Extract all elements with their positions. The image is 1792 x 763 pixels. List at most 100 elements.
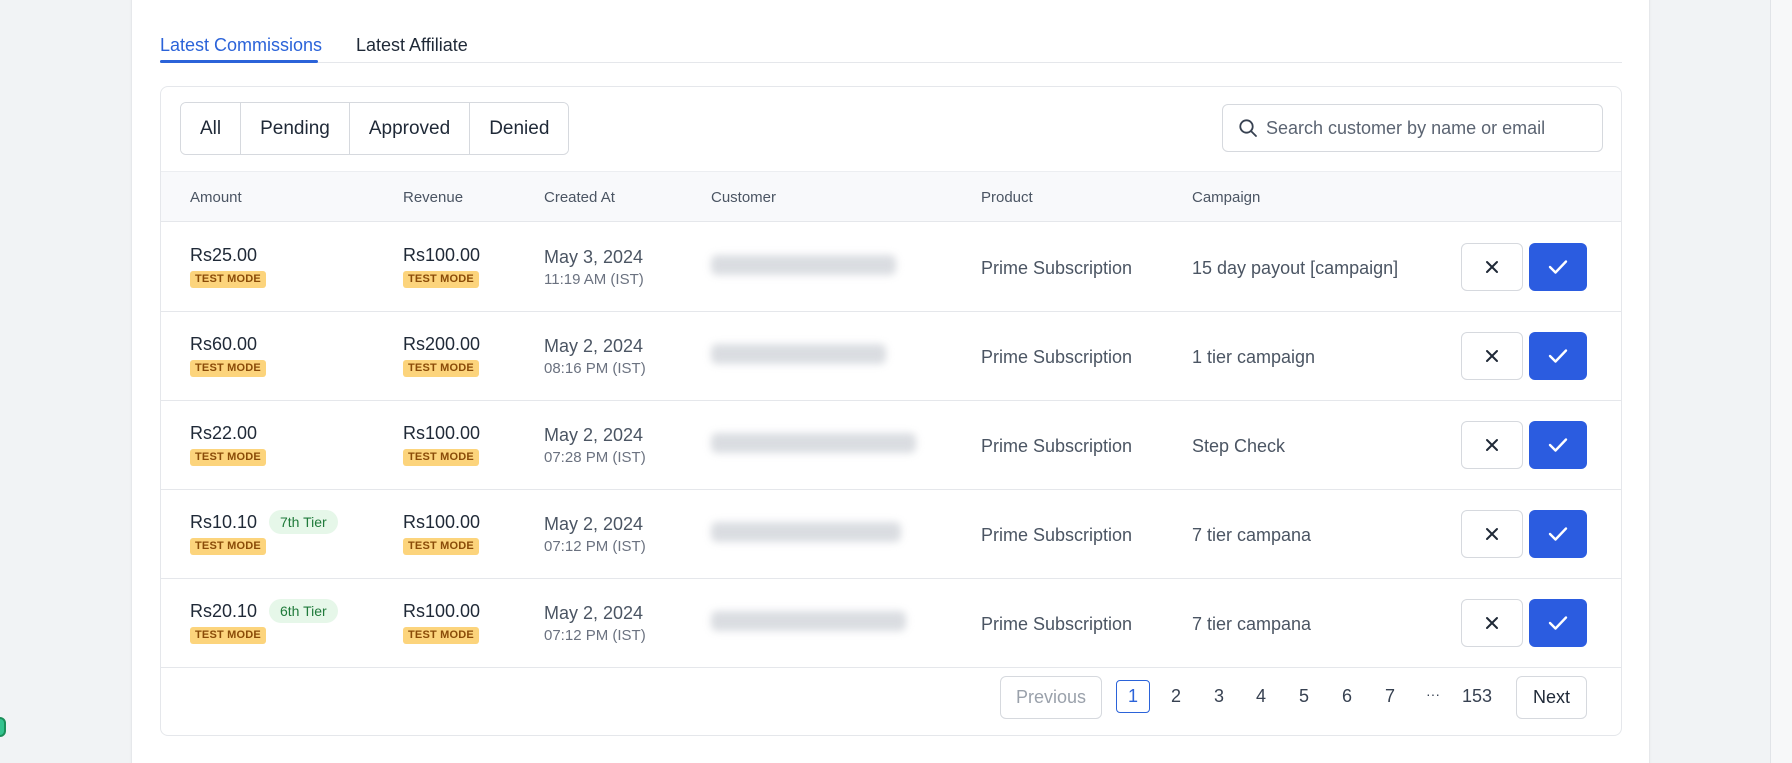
column-header-customer[interactable]: Customer [711, 189, 776, 206]
page-7-button[interactable]: 7 [1373, 686, 1407, 707]
table-row: Rs25.00 TEST MODE Rs100.00 TEST MODE May… [161, 223, 1621, 312]
check-icon [1548, 349, 1568, 363]
approve-button[interactable] [1529, 421, 1587, 469]
test-mode-badge: TEST MODE [190, 627, 266, 644]
test-mode-badge: TEST MODE [403, 360, 479, 377]
product-name: Prime Subscription [981, 436, 1133, 456]
table-row: Rs60.00 TEST MODE Rs200.00 TEST MODE May… [161, 312, 1621, 401]
customer-email-redacted [711, 611, 906, 631]
revenue-value: Rs100.00 [403, 512, 481, 532]
campaign-name: 7 tier campana [1192, 614, 1312, 634]
page-5-button[interactable]: 5 [1287, 686, 1321, 707]
amount-value: Rs22.00 [190, 423, 258, 443]
approve-button[interactable] [1529, 332, 1587, 380]
created-time: 08:16 PM (IST) [544, 360, 646, 377]
page-1-button[interactable]: 1 [1116, 680, 1150, 713]
campaign-name: 7 tier campana [1192, 525, 1312, 545]
campaign-name: 15 day payout [campaign] [1192, 258, 1399, 278]
floating-status-dot[interactable] [0, 717, 6, 737]
test-mode-badge: TEST MODE [403, 449, 479, 466]
tab-bar: Latest Commissions Latest Affiliate [160, 15, 1622, 63]
close-icon [1486, 261, 1498, 273]
page-6-button[interactable]: 6 [1330, 686, 1364, 707]
tab-latest-commissions[interactable]: Latest Commissions [160, 35, 322, 56]
column-header-revenue[interactable]: Revenue [403, 189, 463, 206]
search-input[interactable] [1266, 117, 1586, 139]
check-icon [1548, 527, 1568, 541]
customer-email-redacted [711, 522, 901, 542]
filter-all-button[interactable]: All [181, 103, 242, 154]
test-mode-badge: TEST MODE [403, 627, 479, 644]
revenue-value: Rs200.00 [403, 334, 481, 354]
tier-badge: 7th Tier [269, 510, 338, 534]
product-name: Prime Subscription [981, 347, 1133, 367]
close-icon [1486, 439, 1498, 451]
column-header-campaign[interactable]: Campaign [1192, 189, 1260, 206]
customer-email-redacted [711, 255, 896, 275]
created-date: May 3, 2024 [544, 247, 644, 267]
deny-button[interactable] [1461, 332, 1523, 380]
test-mode-badge: TEST MODE [190, 360, 266, 377]
check-icon [1548, 260, 1568, 274]
test-mode-badge: TEST MODE [403, 271, 479, 288]
revenue-value: Rs100.00 [403, 601, 481, 621]
approve-button[interactable] [1529, 243, 1587, 291]
test-mode-badge: TEST MODE [190, 538, 266, 555]
check-icon [1548, 616, 1568, 630]
amount-value: Rs20.10 [190, 601, 258, 621]
created-time: 07:12 PM (IST) [544, 538, 646, 555]
created-time: 07:12 PM (IST) [544, 627, 646, 644]
approve-button[interactable] [1529, 599, 1587, 647]
product-name: Prime Subscription [981, 525, 1133, 545]
revenue-value: Rs100.00 [403, 245, 481, 265]
approve-button[interactable] [1529, 510, 1587, 558]
amount-value: Rs10.10 [190, 512, 258, 532]
filter-denied-button[interactable]: Denied [470, 103, 569, 154]
deny-button[interactable] [1461, 510, 1523, 558]
tab-latest-affiliate[interactable]: Latest Affiliate [356, 35, 468, 56]
filter-approved-button[interactable]: Approved [349, 103, 471, 154]
campaign-name: Step Check [1192, 436, 1286, 456]
created-date: May 2, 2024 [544, 425, 644, 445]
created-time: 11:19 AM (IST) [544, 271, 644, 288]
close-icon [1486, 617, 1498, 629]
campaign-name: 1 tier campaign [1192, 347, 1316, 367]
status-filter-group: All Pending Approved Denied [180, 102, 570, 155]
created-date: May 2, 2024 [544, 603, 644, 623]
created-date: May 2, 2024 [544, 336, 644, 356]
deny-button[interactable] [1461, 243, 1523, 291]
created-date: May 2, 2024 [544, 514, 644, 534]
table-row: Rs10.10 7th Tier TEST MODE Rs100.00 TEST… [161, 490, 1621, 579]
customer-search[interactable] [1222, 104, 1603, 152]
revenue-value: Rs100.00 [403, 423, 481, 443]
previous-page-button[interactable]: Previous [1000, 676, 1102, 719]
deny-button[interactable] [1461, 421, 1523, 469]
column-header-created-at[interactable]: Created At [544, 189, 615, 206]
search-icon [1239, 119, 1257, 137]
column-header-product[interactable]: Product [981, 189, 1033, 206]
active-tab-indicator [160, 60, 318, 63]
page-scrollbar[interactable] [1770, 0, 1792, 763]
column-header-amount[interactable]: Amount [190, 189, 242, 206]
pagination-ellipsis: ··· [1426, 686, 1440, 702]
next-page-button[interactable]: Next [1516, 676, 1587, 719]
table-header: Amount Revenue Created At Customer Produ… [161, 171, 1621, 222]
customer-email-redacted [711, 344, 886, 364]
amount-value: Rs25.00 [190, 245, 258, 265]
amount-value: Rs60.00 [190, 334, 258, 354]
close-icon [1486, 350, 1498, 362]
test-mode-badge: TEST MODE [190, 449, 266, 466]
created-time: 07:28 PM (IST) [544, 449, 646, 466]
page-153-button[interactable]: 153 [1455, 686, 1499, 707]
page-4-button[interactable]: 4 [1244, 686, 1278, 707]
tier-badge: 6th Tier [269, 599, 338, 623]
test-mode-badge: TEST MODE [190, 271, 266, 288]
table-row: Rs20.10 6th Tier TEST MODE Rs100.00 TEST… [161, 579, 1621, 668]
page-3-button[interactable]: 3 [1202, 686, 1236, 707]
deny-button[interactable] [1461, 599, 1523, 647]
product-name: Prime Subscription [981, 258, 1133, 278]
filter-pending-button[interactable]: Pending [241, 103, 350, 154]
close-icon [1486, 528, 1498, 540]
commissions-panel: All Pending Approved Denied Amount Reven… [160, 86, 1622, 736]
page-2-button[interactable]: 2 [1159, 686, 1193, 707]
